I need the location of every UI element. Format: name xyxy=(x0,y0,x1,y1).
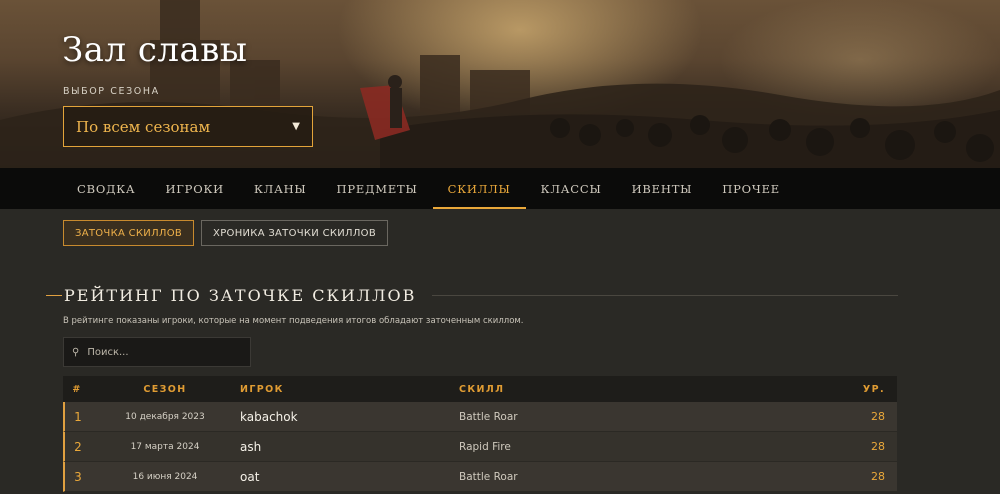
nav-item-events[interactable]: ИВЕНТЫ xyxy=(617,168,708,209)
row-player[interactable]: oat xyxy=(239,470,459,484)
subtab-skill-enchant-chronicle[interactable]: ХРОНИКА ЗАТОЧКИ СКИЛЛОВ xyxy=(201,220,388,246)
nav-item-summary[interactable]: СВОДКА xyxy=(62,168,150,209)
section-description: В рейтинге показаны игроки, которые на м… xyxy=(63,316,524,326)
search-box[interactable]: ⚲ xyxy=(63,337,251,367)
section-title: РЕЙТИНГ ПО ЗАТОЧКЕ СКИЛЛОВ xyxy=(64,285,417,305)
subtab-skill-enchant[interactable]: ЗАТОЧКА СКИЛЛОВ xyxy=(63,220,195,246)
table-row[interactable]: 1 10 декабря 2023 kabachok Battle Roar 2… xyxy=(63,402,897,432)
nav-item-items[interactable]: ПРЕДМЕТЫ xyxy=(322,168,433,209)
section-title-dash xyxy=(46,294,62,296)
sub-tabs: ЗАТОЧКА СКИЛЛОВ ХРОНИКА ЗАТОЧКИ СКИЛЛОВ xyxy=(63,220,388,246)
row-player[interactable]: ash xyxy=(239,440,459,454)
search-input[interactable] xyxy=(87,346,238,358)
section-divider xyxy=(432,294,898,296)
row-skill: Battle Roar xyxy=(459,470,518,483)
row-rank: 2 xyxy=(74,439,82,454)
row-player[interactable]: kabachok xyxy=(239,410,459,424)
row-level: 28 xyxy=(871,440,885,453)
table-header: # СЕЗОН ИГРОК СКИЛЛ УР. xyxy=(63,376,897,402)
season-dropdown-value: По всем сезонам xyxy=(76,117,211,136)
hero-banner: Зал славы ВЫБОР СЕЗОНА По всем сезонам ▼ xyxy=(0,0,1000,168)
header-level[interactable]: УР. xyxy=(839,384,897,395)
row-rank: 3 xyxy=(74,469,82,484)
search-icon: ⚲ xyxy=(72,346,80,358)
row-level: 28 xyxy=(871,410,885,423)
table-row[interactable]: 3 16 июня 2024 oat Battle Roar 28 xyxy=(63,462,897,492)
ranking-table: # СЕЗОН ИГРОК СКИЛЛ УР. 1 10 декабря 202… xyxy=(63,376,897,492)
row-rank: 1 xyxy=(74,409,82,424)
chevron-down-icon: ▼ xyxy=(292,121,300,132)
nav-item-classes[interactable]: КЛАССЫ xyxy=(526,168,617,209)
row-skill: Battle Roar xyxy=(459,410,518,423)
season-dropdown[interactable]: По всем сезонам ▼ xyxy=(63,106,313,147)
table-body: 1 10 декабря 2023 kabachok Battle Roar 2… xyxy=(63,402,897,492)
section-header: РЕЙТИНГ ПО ЗАТОЧКЕ СКИЛЛОВ xyxy=(46,285,898,305)
table-row[interactable]: 2 17 марта 2024 ash Rapid Fire 28 xyxy=(63,432,897,462)
season-select-label: ВЫБОР СЕЗОНА xyxy=(63,86,160,97)
row-level: 28 xyxy=(871,470,885,483)
nav-item-clans[interactable]: КЛАНЫ xyxy=(239,168,322,209)
header-player[interactable]: ИГРОК xyxy=(239,384,459,395)
page-title: Зал славы xyxy=(62,30,248,70)
main-nav: СВОДКА ИГРОКИ КЛАНЫ ПРЕДМЕТЫ СКИЛЛЫ КЛАС… xyxy=(0,168,1000,209)
nav-item-skills[interactable]: СКИЛЛЫ xyxy=(432,168,526,209)
row-season: 17 марта 2024 xyxy=(130,441,200,452)
row-season: 16 июня 2024 xyxy=(132,471,198,482)
header-num[interactable]: # xyxy=(63,384,91,395)
header-season[interactable]: СЕЗОН xyxy=(91,384,239,395)
nav-item-players[interactable]: ИГРОКИ xyxy=(150,168,239,209)
row-skill: Rapid Fire xyxy=(459,440,511,453)
nav-item-other[interactable]: ПРОЧЕЕ xyxy=(707,168,795,209)
header-skill[interactable]: СКИЛЛ xyxy=(459,384,839,395)
row-season: 10 декабря 2023 xyxy=(125,411,205,422)
